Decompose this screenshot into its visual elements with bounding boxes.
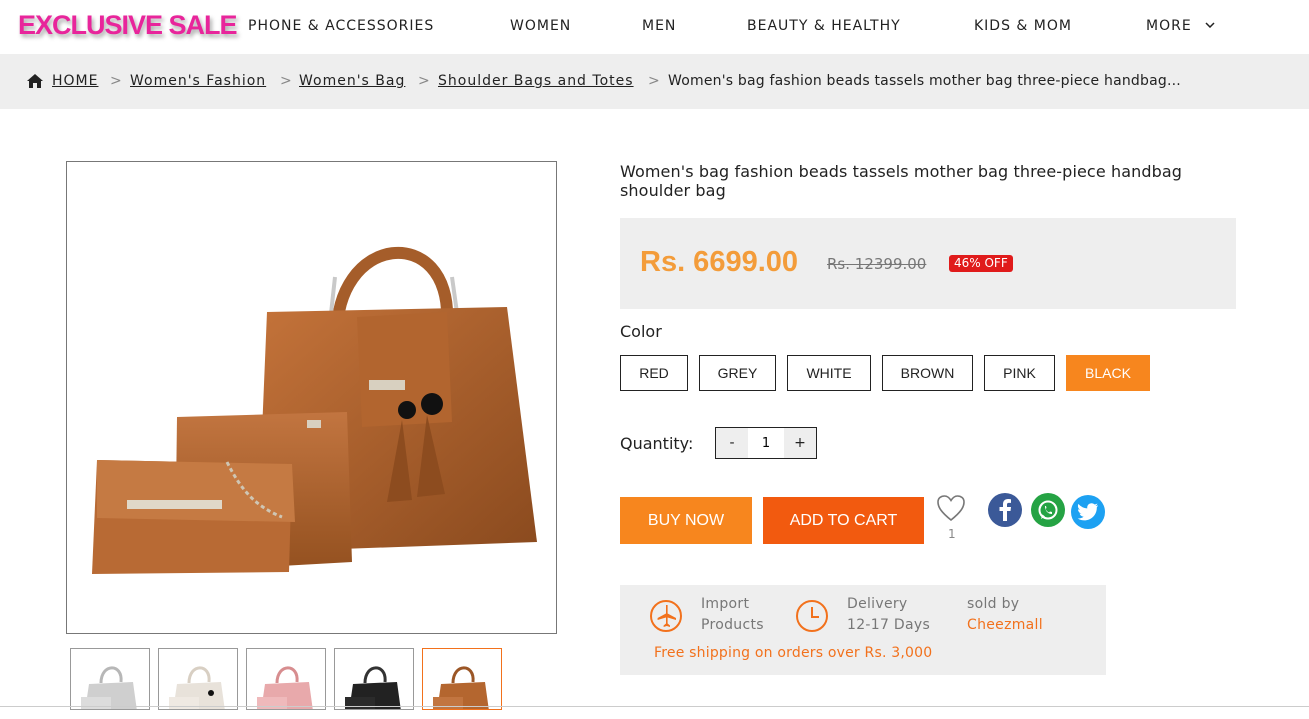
- thumbnail-black[interactable]: [334, 648, 414, 710]
- breadcrumb-shoulder-bags[interactable]: Shoulder Bags and Totes: [438, 73, 634, 89]
- home-icon[interactable]: [27, 74, 43, 88]
- color-option-pink[interactable]: PINK: [984, 355, 1055, 391]
- seller-name-link[interactable]: Cheezmall: [967, 615, 1043, 636]
- delivery-line-1: Delivery: [847, 596, 908, 612]
- color-option-grey[interactable]: GREY: [699, 355, 776, 391]
- nav-more[interactable]: MORE: [1146, 18, 1215, 34]
- color-option-black[interactable]: BLACK: [1066, 355, 1150, 391]
- quantity-increase-button[interactable]: +: [784, 428, 816, 458]
- airplane-icon: [650, 600, 682, 632]
- thumbnail-image: [257, 666, 313, 709]
- breadcrumb-separator: >: [418, 73, 430, 89]
- clock-icon: [796, 600, 828, 632]
- twitter-icon: [1077, 503, 1098, 521]
- top-navigation: EXCLUSIVE SALE PHONE & ACCESSORIES WOMEN…: [0, 0, 1309, 53]
- color-label: Color: [620, 322, 662, 341]
- import-line-2: Products: [701, 617, 764, 633]
- free-shipping-note: Free shipping on orders over Rs. 3,000: [654, 645, 933, 661]
- nav-phone-accessories[interactable]: PHONE & ACCESSORIES: [248, 18, 434, 34]
- original-price: Rs. 12399.00: [827, 255, 927, 273]
- breadcrumb-womens-fashion[interactable]: Women's Fashion: [130, 73, 266, 89]
- breadcrumb-separator: >: [110, 73, 122, 89]
- breadcrumb: HOME > Women's Fashion > Women's Bag > S…: [0, 54, 1309, 109]
- page-divider: [0, 706, 1309, 707]
- import-info: Import Products: [701, 594, 764, 636]
- facebook-icon: [999, 499, 1011, 521]
- discount-badge: 46% OFF: [949, 255, 1013, 272]
- breadcrumb-separator: >: [648, 73, 660, 89]
- whatsapp-share-button[interactable]: [1031, 493, 1065, 527]
- breadcrumb-home[interactable]: HOME: [52, 73, 98, 89]
- nav-more-label: MORE: [1146, 18, 1192, 34]
- shipping-info-box: Import Products Delivery 12-17 Days sold…: [620, 585, 1106, 675]
- color-option-brown[interactable]: BROWN: [882, 355, 973, 391]
- color-option-white[interactable]: WHITE: [787, 355, 871, 391]
- quantity-decrease-button[interactable]: -: [716, 428, 748, 458]
- breadcrumb-separator: >: [280, 73, 292, 89]
- handbag-image: [92, 246, 537, 574]
- product-title: Women's bag fashion beads tassels mother…: [620, 162, 1183, 200]
- breadcrumb-current: Women's bag fashion beads tassels mother…: [668, 73, 1181, 89]
- nav-women[interactable]: WOMEN: [510, 18, 571, 34]
- twitter-share-button[interactable]: [1071, 495, 1105, 529]
- thumbnail-grey[interactable]: [70, 648, 150, 710]
- thumbnail-image: [345, 666, 401, 709]
- heart-icon[interactable]: [936, 494, 966, 522]
- thumbnail-brown[interactable]: [422, 648, 502, 710]
- chevron-down-icon: [1205, 22, 1215, 28]
- buy-now-button[interactable]: BUY NOW: [620, 497, 752, 544]
- price-box: Rs. 6699.00 Rs. 12399.00 46% OFF: [620, 218, 1236, 309]
- product-main-image[interactable]: [66, 161, 557, 634]
- nav-kids-mom[interactable]: KIDS & MOM: [974, 18, 1072, 34]
- delivery-line-2: 12-17 Days: [847, 617, 931, 633]
- quantity-label: Quantity:: [620, 434, 694, 453]
- import-line-1: Import: [701, 596, 750, 612]
- nav-beauty-healthy[interactable]: BEAUTY & HEALTHY: [747, 18, 901, 34]
- wishlist-count: 1: [948, 527, 956, 541]
- facebook-share-button[interactable]: [988, 493, 1022, 527]
- quantity-stepper: - +: [715, 427, 817, 459]
- add-to-cart-button[interactable]: ADD TO CART: [763, 497, 924, 544]
- color-option-red[interactable]: RED: [620, 355, 688, 391]
- breadcrumb-womens-bag[interactable]: Women's Bag: [299, 73, 405, 89]
- current-price: Rs. 6699.00: [640, 246, 799, 278]
- nav-men[interactable]: MEN: [642, 18, 676, 34]
- seller-info: sold by Cheezmall: [967, 594, 1043, 636]
- quantity-input[interactable]: [748, 428, 784, 458]
- thumbnail-image: [169, 666, 225, 709]
- thumbnail-image: [433, 666, 489, 709]
- site-logo[interactable]: EXCLUSIVE SALE: [18, 10, 238, 41]
- thumbnail-white[interactable]: [158, 648, 238, 710]
- sold-by-label: sold by: [967, 596, 1020, 612]
- whatsapp-icon: [1038, 500, 1058, 520]
- thumbnail-pink[interactable]: [246, 648, 326, 710]
- delivery-info: Delivery 12-17 Days: [847, 594, 930, 636]
- thumbnail-image: [81, 666, 137, 709]
